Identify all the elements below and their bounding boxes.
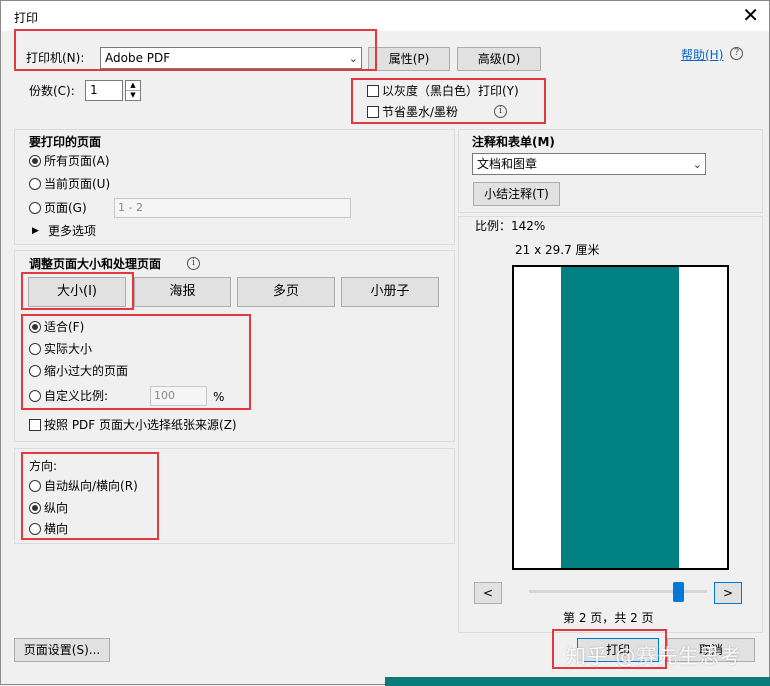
page-status: 第 2 页，共 2 页 bbox=[563, 611, 654, 625]
page-setup-button[interactable]: 页面设置(S)... bbox=[14, 638, 110, 662]
preview-page bbox=[512, 265, 729, 570]
all-pages-label: 所有页面(A) bbox=[44, 154, 110, 168]
custom-scale-input[interactable]: 100 bbox=[150, 386, 207, 406]
title-bar: 打印 ✕ bbox=[1, 1, 769, 31]
radio-pages[interactable] bbox=[29, 202, 41, 214]
custom-scale-label: 自定义比例: bbox=[44, 389, 109, 403]
printer-value: Adobe PDF bbox=[105, 51, 171, 65]
copies-spinner[interactable]: ▲ ▼ bbox=[125, 80, 141, 101]
window-title: 打印 bbox=[14, 11, 39, 25]
custom-scale-value: 100 bbox=[154, 389, 175, 402]
spinner-up-icon[interactable]: ▲ bbox=[126, 81, 140, 91]
help-icon[interactable]: ? bbox=[730, 47, 743, 60]
comments-heading: 注释和表单(M) bbox=[472, 135, 555, 149]
close-icon[interactable]: ✕ bbox=[742, 4, 759, 26]
prev-page-button[interactable]: < bbox=[474, 582, 502, 604]
spinner-down-icon[interactable]: ▼ bbox=[126, 91, 140, 100]
paper-source-label: 按照 PDF 页面大小选择纸张来源(Z) bbox=[44, 418, 237, 432]
help-link[interactable]: 帮助(H) bbox=[681, 48, 723, 62]
copies-input[interactable]: 1 bbox=[85, 80, 123, 101]
page-range-input[interactable]: 1 - 2 bbox=[114, 198, 351, 218]
orientation-panel bbox=[14, 448, 455, 544]
tab-size[interactable]: 大小(I) bbox=[28, 277, 126, 307]
radio-all-pages[interactable] bbox=[29, 155, 41, 167]
print-dialog: 打印 ✕ 打印机(N): Adobe PDF ⌄ 属性(P) 高级(D) 帮助(… bbox=[0, 0, 770, 686]
printer-label: 打印机(N): bbox=[26, 51, 85, 65]
summarize-comments-button[interactable]: 小结注释(T) bbox=[473, 182, 560, 206]
pages-heading: 要打印的页面 bbox=[29, 135, 102, 149]
save-ink-checkbox[interactable] bbox=[367, 106, 379, 118]
shrink-label: 缩小过大的页面 bbox=[44, 364, 129, 378]
auto-orientation-label: 自动纵向/横向(R) bbox=[44, 479, 138, 493]
tab-multiple[interactable]: 多页 bbox=[237, 277, 335, 307]
radio-portrait[interactable] bbox=[29, 502, 41, 514]
actual-size-label: 实际大小 bbox=[44, 342, 93, 356]
tab-poster[interactable]: 海报 bbox=[134, 277, 231, 307]
paper-source-checkbox[interactable] bbox=[29, 419, 41, 431]
tab-booklet[interactable]: 小册子 bbox=[341, 277, 439, 307]
comments-value: 文档和图章 bbox=[477, 157, 538, 171]
save-ink-label: 节省墨水/墨粉 bbox=[382, 105, 459, 119]
expand-triangle-icon[interactable]: ▶ bbox=[32, 224, 39, 238]
copies-label: 份数(C): bbox=[29, 84, 75, 98]
landscape-label: 横向 bbox=[44, 522, 69, 536]
radio-actual-size[interactable] bbox=[29, 343, 41, 355]
size-handling-heading: 调整页面大小和处理页面 bbox=[29, 257, 162, 271]
radio-shrink[interactable] bbox=[29, 365, 41, 377]
fit-label: 适合(F) bbox=[44, 320, 85, 334]
radio-fit[interactable] bbox=[29, 321, 41, 333]
percent-label: % bbox=[213, 390, 225, 404]
portrait-label: 纵向 bbox=[44, 501, 69, 515]
grayscale-label: 以灰度（黑白色）打印(Y) bbox=[382, 84, 519, 98]
copies-value: 1 bbox=[90, 83, 98, 97]
radio-auto-orientation[interactable] bbox=[29, 480, 41, 492]
advanced-button[interactable]: 高级(D) bbox=[457, 47, 541, 71]
scale-label: 比例：142% bbox=[475, 219, 546, 233]
page-slider-thumb[interactable] bbox=[672, 582, 684, 602]
properties-button[interactable]: 属性(P) bbox=[368, 47, 450, 71]
info-icon[interactable]: i bbox=[494, 105, 507, 118]
chevron-down-icon: ⌄ bbox=[692, 158, 702, 171]
watermark-text: 知乎 @赛先生思考 bbox=[566, 644, 742, 668]
chevron-down-icon: ⌄ bbox=[348, 52, 358, 65]
next-page-button[interactable]: > bbox=[714, 582, 742, 604]
info-icon[interactable]: i bbox=[187, 257, 200, 270]
comments-select[interactable]: 文档和图章 ⌄ bbox=[472, 153, 706, 175]
pages-label: 页面(G) bbox=[44, 201, 87, 215]
grayscale-checkbox[interactable] bbox=[367, 85, 379, 97]
radio-custom-scale[interactable] bbox=[29, 390, 41, 402]
radio-landscape[interactable] bbox=[29, 523, 41, 535]
orientation-heading: 方向: bbox=[29, 459, 58, 473]
current-page-label: 当前页面(U) bbox=[44, 177, 111, 191]
page-range-placeholder: 1 - 2 bbox=[118, 201, 143, 214]
preview-page-content bbox=[561, 267, 679, 568]
paper-size-label: 21 x 29.7 厘米 bbox=[515, 243, 600, 257]
printer-select[interactable]: Adobe PDF ⌄ bbox=[100, 47, 362, 69]
more-options-toggle[interactable]: 更多选项 bbox=[48, 224, 96, 238]
radio-current-page[interactable] bbox=[29, 178, 41, 190]
